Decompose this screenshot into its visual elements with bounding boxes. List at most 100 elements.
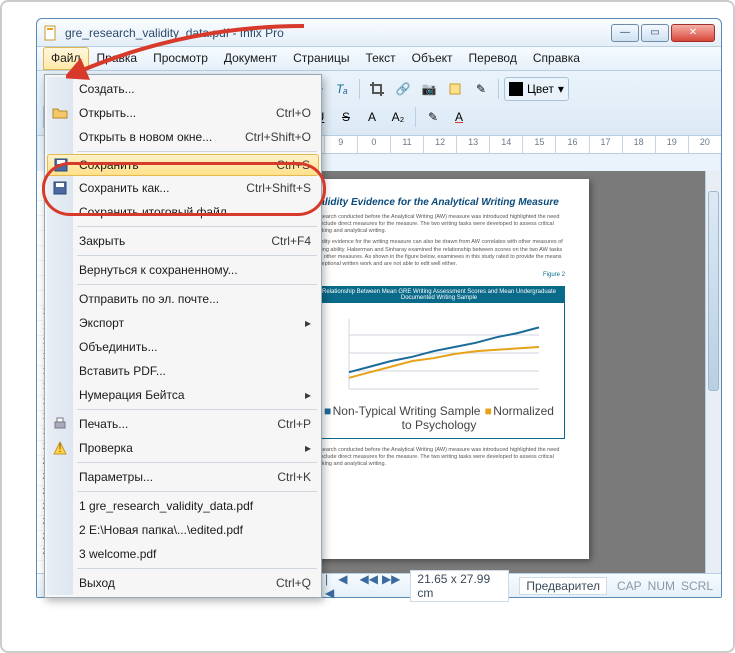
- camera-tool-icon[interactable]: 📷: [417, 77, 441, 101]
- highlight-tool-icon[interactable]: [443, 77, 467, 101]
- chart-svg: [320, 309, 558, 399]
- menu-текст[interactable]: Текст: [357, 47, 403, 70]
- menu-правка[interactable]: Правка: [89, 47, 146, 70]
- menu-item-label: Сохранить: [79, 158, 276, 172]
- menu-item-label: Сохранить итоговый файл...: [79, 205, 311, 219]
- menu-item-label: Нумерация Бейтса: [79, 388, 305, 402]
- menu-item[interactable]: СохранитьCtrl+S: [47, 154, 319, 176]
- folder-open-icon: [52, 105, 68, 121]
- clear-format-icon[interactable]: ✎: [421, 105, 445, 129]
- menubar: ФайлПравкаПросмотрДокументСтраницыТекстО…: [37, 47, 721, 71]
- page-heading: Validity Evidence for the Analytical Wri…: [313, 197, 565, 208]
- page-para: Research conducted before the Analytical…: [313, 447, 565, 468]
- menu-item-shortcut: Ctrl+P: [277, 417, 311, 431]
- preview-label[interactable]: Предварител: [519, 577, 607, 595]
- menu-item-label: 2 E:\Новая папка\...\edited.pdf: [79, 523, 311, 537]
- menu-item[interactable]: ЗакрытьCtrl+F4: [47, 229, 319, 253]
- menu-item[interactable]: ВыходCtrl+Q: [47, 571, 319, 595]
- menu-item-label: Вставить PDF...: [79, 364, 311, 378]
- menu-item-label: 3 welcome.pdf: [79, 547, 311, 561]
- menu-item[interactable]: Вставить PDF...: [47, 359, 319, 383]
- menu-item-shortcut: Ctrl+K: [277, 470, 311, 484]
- page-para: Research conducted before the Analytical…: [313, 214, 565, 235]
- text-script-tool-icon[interactable]: Tₐ: [330, 77, 354, 101]
- strike-button[interactable]: S: [334, 105, 358, 129]
- menu-item[interactable]: Отправить по эл. почте...: [47, 287, 319, 311]
- link-tool-icon[interactable]: 🔗: [391, 77, 415, 101]
- menu-документ[interactable]: Документ: [216, 47, 285, 70]
- color-swatch: [509, 82, 523, 96]
- page-nav: |◀ ◀ ◀◀ ▶▶: [325, 572, 400, 600]
- minimize-button[interactable]: —: [611, 24, 639, 42]
- menu-справка[interactable]: Справка: [525, 47, 588, 70]
- menu-item[interactable]: Печать...Ctrl+P: [47, 412, 319, 436]
- color-picker[interactable]: Цвет ▾: [504, 77, 569, 101]
- close-button[interactable]: ✕: [671, 24, 715, 42]
- menu-файл[interactable]: Файл: [43, 47, 89, 70]
- menu-item-label: Экспорт: [79, 316, 305, 330]
- chart-legend: ■ Non-Typical Writing Sample ■ Normalize…: [320, 404, 558, 432]
- figure-label: Figure 2: [313, 272, 565, 278]
- menu-item[interactable]: Вернуться к сохраненному...: [47, 258, 319, 282]
- page-para: Validity evidence for the writing measur…: [313, 239, 565, 268]
- menu-item[interactable]: 2 E:\Новая папка\...\edited.pdf: [47, 518, 319, 542]
- nav-first-icon[interactable]: |◀: [325, 572, 334, 600]
- menu-item-shortcut: Ctrl+Shift+O: [245, 130, 311, 144]
- scrollbar-thumb[interactable]: [708, 191, 719, 391]
- pdf-page: Validity Evidence for the Analytical Wri…: [289, 179, 589, 559]
- nav-fwd-icon[interactable]: ▶▶: [382, 572, 400, 600]
- menu-просмотр[interactable]: Просмотр: [145, 47, 216, 70]
- menu-item-shortcut: ▸: [305, 316, 311, 330]
- subscript-button[interactable]: A₂: [386, 105, 410, 129]
- color-label: Цвет: [527, 82, 554, 96]
- menu-item[interactable]: 1 gre_research_validity_data.pdf: [47, 494, 319, 518]
- menu-item[interactable]: 3 welcome.pdf: [47, 542, 319, 566]
- menu-item-label: Параметры...: [79, 470, 277, 484]
- menu-item[interactable]: Сохранить итоговый файл...: [47, 200, 319, 224]
- chart-title: Relationship Between Mean GRE Writing As…: [314, 287, 564, 303]
- menu-item[interactable]: Нумерация Бейтса▸: [47, 383, 319, 407]
- menu-item-shortcut: Ctrl+S: [276, 158, 310, 172]
- menu-item-label: Создать...: [79, 82, 311, 96]
- chart-figure: Relationship Between Mean GRE Writing As…: [313, 286, 565, 439]
- menu-item-label: Проверка: [79, 441, 305, 455]
- menu-item-shortcut: Ctrl+Shift+S: [246, 181, 311, 195]
- nav-back-icon[interactable]: ◀◀: [359, 572, 377, 600]
- menu-item[interactable]: Объединить...: [47, 335, 319, 359]
- titlebar: gre_research_validity_data.pdf - Infix P…: [37, 19, 721, 47]
- menu-item-label: Сохранить как...: [79, 181, 246, 195]
- text-color-icon[interactable]: A: [447, 105, 471, 129]
- menu-item-shortcut: Ctrl+O: [276, 106, 311, 120]
- floppy-icon: [52, 180, 68, 196]
- menu-item-shortcut: Ctrl+Q: [276, 576, 311, 590]
- menu-объект[interactable]: Объект: [404, 47, 461, 70]
- status-num: NUM: [648, 579, 675, 593]
- svg-text:!: !: [58, 441, 61, 455]
- menu-item[interactable]: Создать...: [47, 77, 319, 101]
- menu-перевод[interactable]: Перевод: [461, 47, 525, 70]
- maximize-button[interactable]: ▭: [641, 24, 669, 42]
- chevron-down-icon: ▾: [558, 82, 564, 96]
- menu-item[interactable]: Открыть в новом окне...Ctrl+Shift+O: [47, 125, 319, 149]
- menu-item[interactable]: Экспорт▸: [47, 311, 319, 335]
- menu-item-shortcut: ▸: [305, 441, 311, 455]
- floppy-icon: [53, 157, 69, 173]
- status-cap: CAP: [617, 579, 642, 593]
- vertical-scrollbar[interactable]: [705, 171, 721, 573]
- warning-icon: !: [52, 440, 68, 456]
- menu-item-label: Объединить...: [79, 340, 311, 354]
- crop-tool-icon[interactable]: [365, 77, 389, 101]
- superscript-button[interactable]: A: [360, 105, 384, 129]
- menu-item[interactable]: ! Проверка▸: [47, 436, 319, 460]
- menu-страницы[interactable]: Страницы: [285, 47, 357, 70]
- menu-item-label: Открыть в новом окне...: [79, 130, 245, 144]
- menu-item[interactable]: Открыть...Ctrl+O: [47, 101, 319, 125]
- menu-item-label: Вернуться к сохраненному...: [79, 263, 311, 277]
- menu-item-label: Отправить по эл. почте...: [79, 292, 311, 306]
- menu-item[interactable]: Сохранить как...Ctrl+Shift+S: [47, 176, 319, 200]
- app-icon: [43, 25, 59, 41]
- pen-tool-icon[interactable]: ✎: [469, 77, 493, 101]
- nav-prev-icon[interactable]: ◀: [338, 572, 347, 600]
- menu-item[interactable]: Параметры...Ctrl+K: [47, 465, 319, 489]
- menu-item-shortcut: ▸: [305, 388, 311, 402]
